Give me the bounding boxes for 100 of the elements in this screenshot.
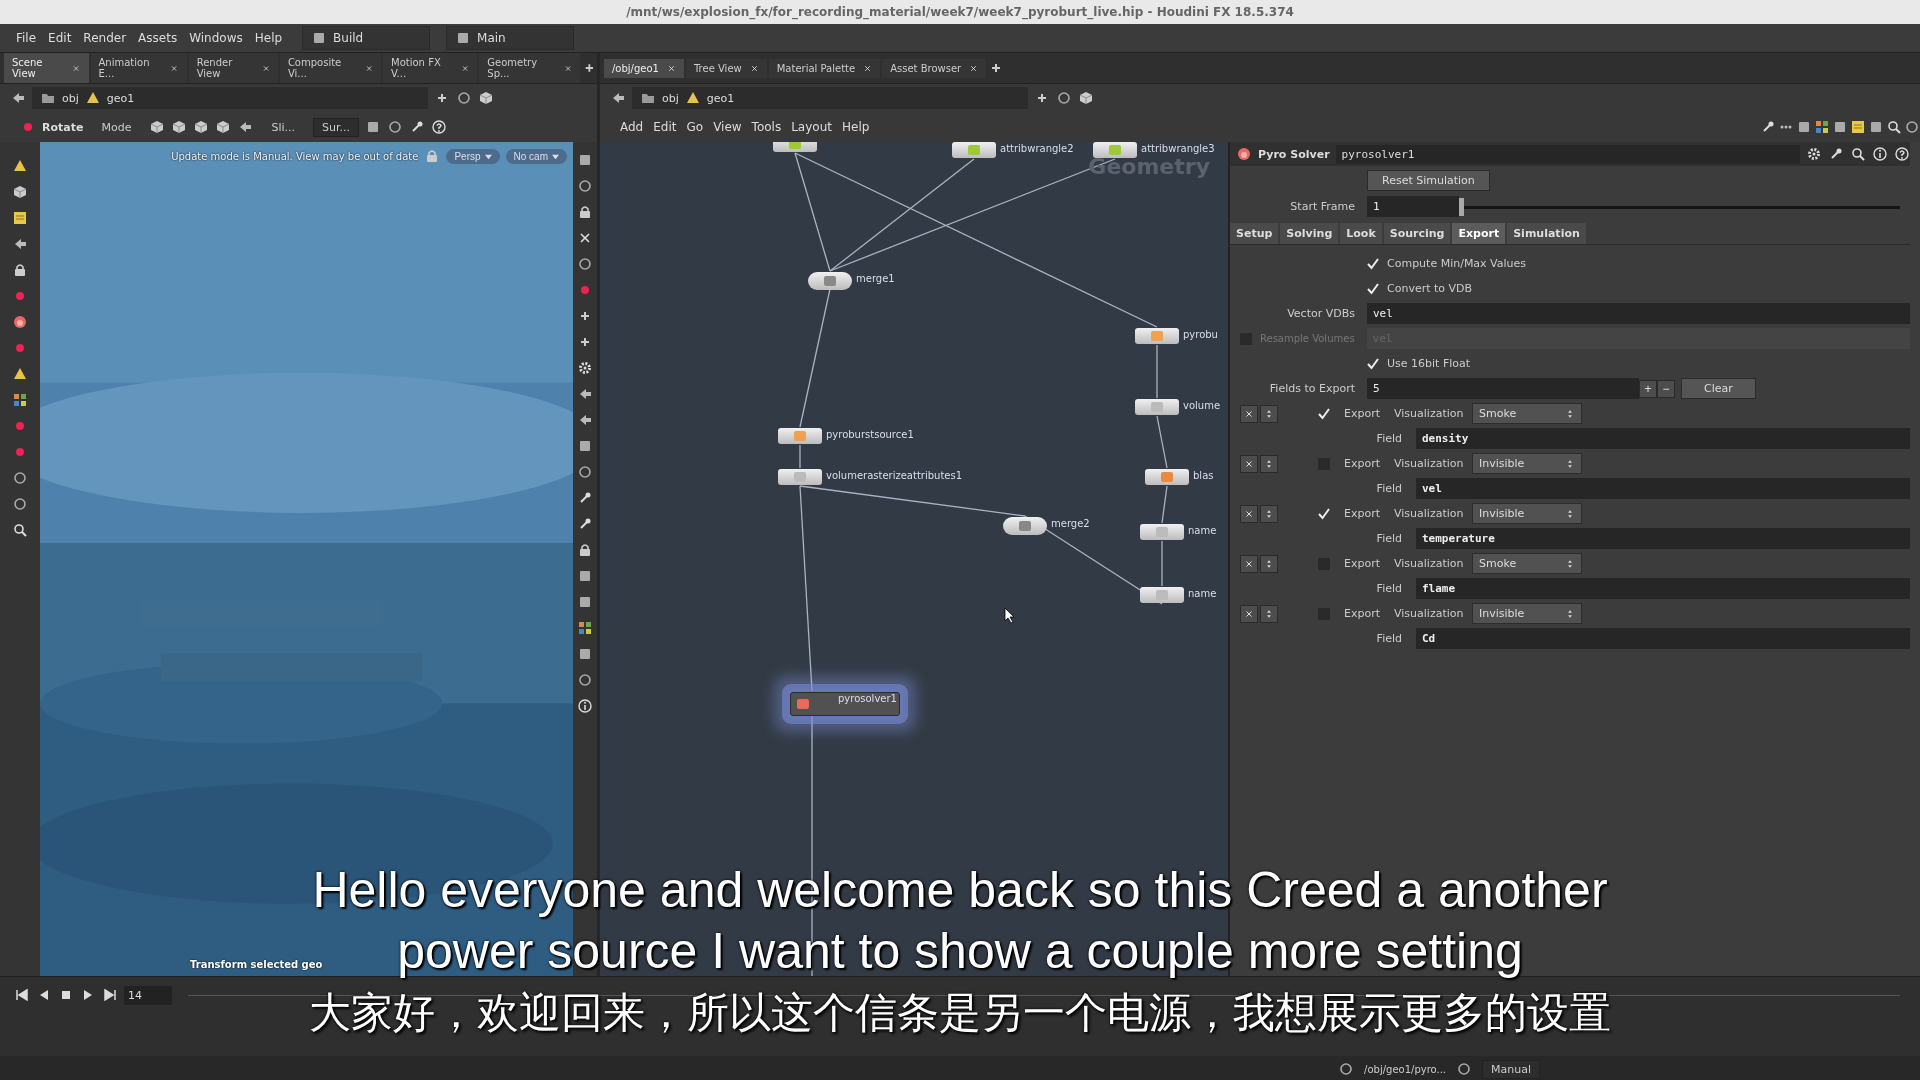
close-icon[interactable]	[170, 63, 179, 73]
checkbox[interactable]	[1318, 407, 1330, 420]
first-frame-icon[interactable]	[14, 987, 30, 1003]
close-icon[interactable]	[863, 63, 873, 73]
move-entry-button[interactable]	[1260, 504, 1278, 523]
path-bar[interactable]: obj geo1	[32, 87, 428, 109]
visualization-dropdown[interactable]: Invisible	[1472, 453, 1582, 474]
menu-item[interactable]: Render	[79, 29, 131, 47]
close-icon[interactable]	[364, 63, 374, 73]
search-icon[interactable]	[1886, 119, 1902, 135]
remove-entry-button[interactable]	[1240, 504, 1258, 523]
input-field[interactable]: density	[1416, 428, 1910, 449]
visualization-dropdown[interactable]: Smoke	[1472, 553, 1582, 574]
cube-icon[interactable]	[478, 90, 494, 106]
help-icon[interactable]	[431, 119, 447, 135]
close-icon[interactable]	[969, 63, 979, 73]
parameter-tab[interactable]: Sourcing	[1383, 223, 1451, 244]
network-node[interactable]	[952, 142, 996, 158]
info-icon[interactable]	[1872, 146, 1888, 162]
pane-tab[interactable]: Tree View	[685, 58, 767, 78]
visualization-dropdown[interactable]: Smoke	[1472, 403, 1582, 424]
add-button[interactable]: +	[1639, 379, 1657, 398]
input-field[interactable]: vel	[1416, 478, 1910, 499]
menu-item[interactable]: Layout	[787, 118, 836, 136]
remove-entry-button[interactable]	[1240, 454, 1258, 473]
network-node[interactable]	[778, 469, 822, 485]
network-node[interactable]	[778, 428, 822, 444]
menu-item[interactable]: Help	[837, 118, 874, 136]
checkbox[interactable]	[1367, 282, 1379, 295]
search-icon[interactable]	[1850, 146, 1866, 162]
tool-icon[interactable]	[577, 464, 593, 480]
parameter-tab[interactable]: Look	[1340, 223, 1382, 244]
update-mode-dropdown[interactable]: Manual	[1482, 1059, 1540, 1079]
pane-tab[interactable]: /obj/geo1	[604, 58, 684, 78]
move-entry-button[interactable]	[1260, 454, 1278, 473]
network-node[interactable]	[1093, 142, 1137, 158]
tool-icon[interactable]	[577, 698, 593, 714]
tool-icon[interactable]	[12, 158, 28, 174]
input-field[interactable]: 1	[1367, 196, 1459, 217]
cube-icon[interactable]	[1078, 90, 1094, 106]
move-entry-button[interactable]	[1260, 404, 1278, 423]
menu-item[interactable]: Add	[616, 118, 648, 136]
tool-icon[interactable]	[12, 366, 28, 382]
box-select-icon[interactable]	[365, 119, 381, 135]
menu-item[interactable]: Assets	[134, 29, 182, 47]
selection-label[interactable]: Sli...	[271, 120, 295, 134]
menu-item[interactable]: File	[12, 29, 41, 47]
tool-icon[interactable]	[577, 646, 593, 662]
remove-entry-button[interactable]	[1240, 404, 1258, 423]
path-bar[interactable]: obj geo1	[632, 87, 1028, 109]
tool-icon[interactable]	[577, 360, 593, 376]
tool-icon[interactable]	[577, 152, 593, 168]
menu-item[interactable]: Windows	[185, 29, 247, 47]
parameter-tab[interactable]: Setup	[1230, 223, 1279, 244]
input-field[interactable]: 5	[1367, 378, 1639, 399]
remove-button[interactable]: −	[1657, 379, 1675, 398]
remove-entry-button[interactable]	[1240, 554, 1258, 573]
input-field[interactable]: temperature	[1416, 528, 1910, 549]
pane-tab[interactable]: Material Palette	[768, 58, 881, 78]
parameter-tab[interactable]: Simulation	[1507, 223, 1586, 244]
tool-icon[interactable]	[12, 262, 28, 278]
tool-icon[interactable]	[12, 522, 28, 538]
network-node[interactable]	[1135, 328, 1179, 344]
path-crumb[interactable]: obj	[62, 91, 79, 105]
checkbox[interactable]	[1367, 257, 1379, 270]
frame-field[interactable]: 14	[124, 985, 172, 1005]
network-node[interactable]	[1135, 399, 1179, 415]
last-frame-icon[interactable]	[102, 987, 118, 1003]
close-icon[interactable]	[666, 63, 676, 73]
network-node[interactable]	[1145, 469, 1189, 485]
close-icon[interactable]	[261, 63, 270, 73]
visualization-dropdown[interactable]: Invisible	[1472, 503, 1582, 524]
tool-icon[interactable]	[577, 672, 593, 688]
pane-tab[interactable]: Scene View	[4, 53, 89, 83]
tool-icon[interactable]	[577, 204, 593, 220]
tool-icon[interactable]	[577, 620, 593, 636]
pane-tab[interactable]: Asset Browser	[882, 58, 987, 78]
node-name-field[interactable]: pyrosolver1	[1335, 144, 1800, 164]
reset-simulation-button[interactable]: Reset Simulation	[1367, 169, 1490, 191]
parameter-tab[interactable]: Export	[1452, 223, 1506, 244]
circle-icon[interactable]	[456, 90, 472, 106]
input-field[interactable]: Cd	[1416, 628, 1910, 649]
tool-icon[interactable]	[12, 210, 28, 226]
cube-icon[interactable]	[149, 119, 166, 135]
menu-item[interactable]: View	[709, 118, 746, 136]
tool-icon[interactable]	[577, 594, 593, 610]
remove-entry-button[interactable]	[1240, 604, 1258, 623]
checkbox[interactable]	[1367, 357, 1379, 370]
grid-icon[interactable]	[1814, 119, 1830, 135]
move-entry-button[interactable]	[1260, 554, 1278, 573]
network-node[interactable]	[1140, 524, 1184, 540]
pane-tab[interactable]: Composite Vi...	[279, 53, 382, 83]
path-crumb[interactable]: obj	[662, 91, 679, 105]
frame-slider[interactable]	[1459, 195, 1900, 218]
network-node[interactable]	[808, 272, 852, 290]
menu-item[interactable]: Edit	[44, 29, 76, 47]
tool-icon[interactable]	[12, 470, 28, 486]
help-icon[interactable]	[1894, 146, 1910, 162]
menu-item[interactable]: Edit	[649, 118, 681, 136]
tool-icon[interactable]	[12, 184, 28, 200]
